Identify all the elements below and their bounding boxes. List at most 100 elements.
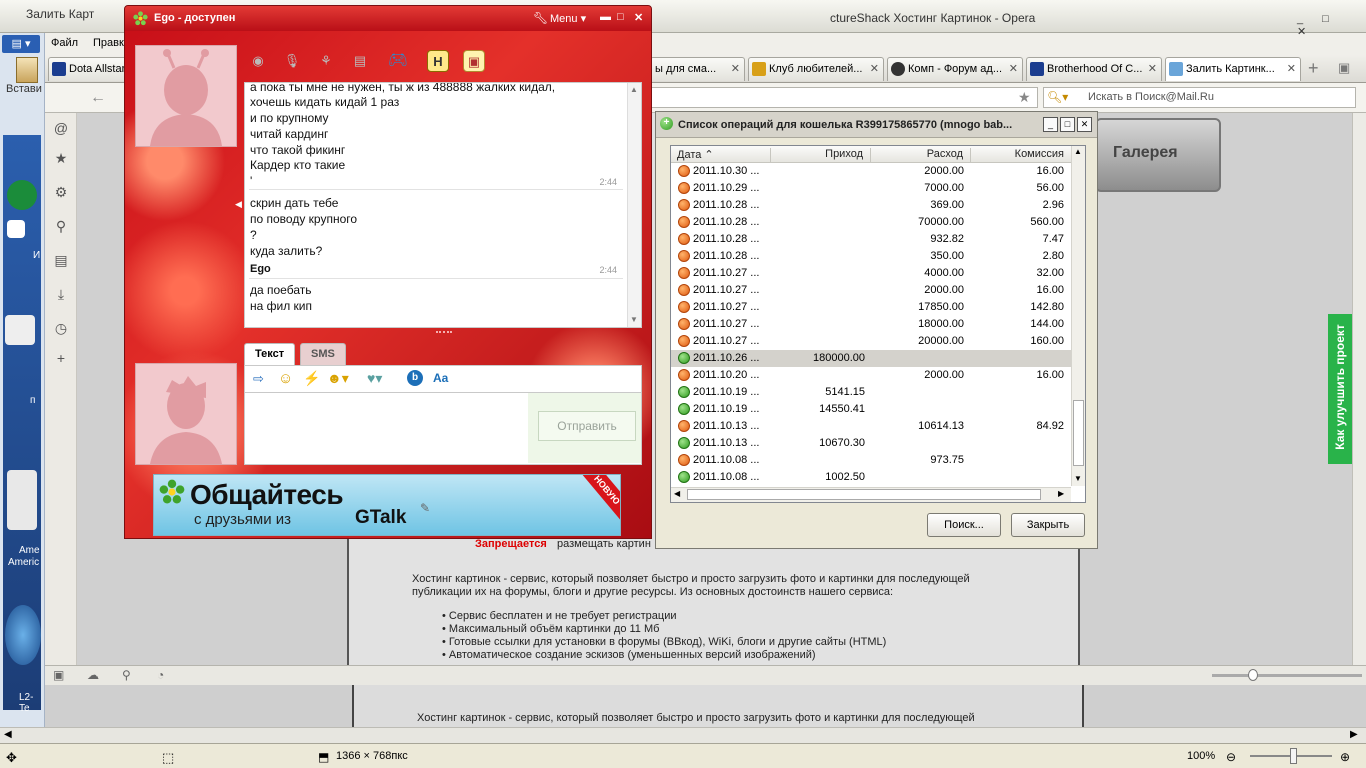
scroll-thumb[interactable]	[1073, 400, 1084, 466]
scroll-down-icon[interactable]: ▼	[630, 315, 638, 324]
translate-icon[interactable]: b	[407, 370, 423, 386]
maximize-button[interactable]: □	[617, 11, 624, 23]
search-field[interactable]: 🔍︎▾ Искать в Поиск@Mail.Ru	[1043, 87, 1356, 108]
bookmark-star-icon[interactable]: ★	[1018, 89, 1031, 106]
gallery-button[interactable]: Галерея	[1095, 118, 1221, 192]
menu-edit[interactable]: Правк	[93, 37, 124, 49]
tab-forum[interactable]: Комп - Форум ад... ✕	[887, 57, 1023, 81]
lineage-icon[interactable]	[5, 605, 41, 665]
scroll-up-icon[interactable]: ▲	[630, 85, 638, 94]
close-icon[interactable]: ✕	[731, 62, 740, 75]
mail-icon[interactable]: @	[52, 119, 70, 137]
gift-icon[interactable]: ♥▾	[367, 370, 382, 387]
cloud-icon[interactable]: ☁	[87, 668, 99, 682]
wakeup-icon[interactable]: ⚡	[303, 370, 320, 387]
speed-dial-icon[interactable]: ◔	[157, 668, 164, 682]
table-row[interactable]: 2011.10.08 ... 1002.50	[671, 469, 1071, 486]
scroll-up-icon[interactable]: ▲	[1074, 147, 1082, 156]
desktop-file-icon[interactable]	[5, 315, 35, 345]
tab-dota[interactable]: Dota Allstar	[48, 57, 128, 81]
minimize-button[interactable]: _	[1043, 117, 1058, 132]
table-row[interactable]: 2011.10.27 ... 17850.00 142.80	[671, 299, 1071, 316]
new-tab-button[interactable]: +	[1308, 58, 1319, 79]
zoom-in-icon[interactable]: ⊕	[1340, 750, 1350, 764]
close-icon[interactable]: ✕	[1009, 62, 1018, 75]
send-button[interactable]: Отправить	[538, 411, 636, 441]
minimize-button[interactable]: ▬	[600, 11, 611, 23]
back-icon[interactable]: ←	[90, 89, 106, 107]
close-button[interactable]: ✕	[634, 11, 643, 24]
notes-icon[interactable]: ▤	[52, 251, 70, 269]
close-icon[interactable]: ✕	[870, 62, 879, 75]
dialog-titlebar[interactable]: + Список операций для кошелька R39917586…	[656, 112, 1097, 138]
scroll-down-icon[interactable]: ▼	[1074, 474, 1082, 483]
operations-list[interactable]: Дата ⌃ Приход Расход Комиссия 2011.10.30…	[670, 145, 1086, 503]
paint-menu-button[interactable]: ▤ ▾	[2, 35, 40, 53]
gear-icon[interactable]: ⚙	[52, 183, 70, 201]
downloads-icon[interactable]: ⤓	[52, 285, 70, 303]
column-date[interactable]: Дата ⌃	[671, 148, 771, 163]
scroll-left-icon[interactable]: ◀	[674, 489, 680, 498]
zoom-slider-handle[interactable]	[1248, 669, 1258, 681]
table-row[interactable]: 2011.10.27 ... 2000.00 16.00	[671, 282, 1071, 299]
close-icon[interactable]: ✕	[1287, 62, 1296, 75]
history-h-icon[interactable]: H	[427, 50, 449, 72]
scroll-thumb[interactable]	[687, 489, 1041, 500]
table-row[interactable]: 2011.10.28 ... 932.82 7.47	[671, 231, 1071, 248]
bookmarks-icon[interactable]: ★	[52, 149, 70, 167]
zoom-slider[interactable]	[1212, 674, 1362, 677]
close-button[interactable]: ✕	[1077, 117, 1092, 132]
scroll-right-icon[interactable]: ▶	[1350, 729, 1358, 740]
table-row[interactable]: 2011.10.28 ... 350.00 2.80	[671, 248, 1071, 265]
table-row[interactable]: 2011.10.28 ... 70000.00 560.00	[671, 214, 1071, 231]
animation-icon[interactable]: ☻▾	[327, 370, 349, 387]
table-row[interactable]: 2011.10.29 ... 7000.00 56.00	[671, 180, 1071, 197]
table-row[interactable]: 2011.10.27 ... 18000.00 144.00	[671, 316, 1071, 333]
table-row[interactable]: 2011.10.30 ... 2000.00 16.00	[671, 163, 1071, 180]
menu-file[interactable]: Файл	[51, 37, 78, 49]
scroll-left-icon[interactable]: ◀	[4, 729, 12, 740]
close-icon[interactable]: ✕	[1148, 62, 1157, 75]
tab-text[interactable]: Текст	[244, 343, 296, 365]
table-row[interactable]: 2011.10.20 ... 2000.00 16.00	[671, 367, 1071, 384]
search-engine-icon[interactable]: 🔍︎▾	[1047, 90, 1068, 104]
history-icon[interactable]: ▤	[349, 50, 371, 72]
desktop-file-icon[interactable]	[7, 470, 37, 530]
paste-icon[interactable]	[16, 57, 38, 83]
scroll-right-icon[interactable]: ▶	[1058, 489, 1064, 498]
message-input[interactable]: Отправить	[244, 393, 642, 465]
contact-avatar[interactable]	[135, 45, 237, 147]
table-row[interactable]: 2011.10.19 ... 14550.41	[671, 401, 1071, 418]
desktop-app-icon[interactable]	[7, 180, 37, 210]
files-icon[interactable]: ⚘	[315, 50, 337, 72]
history-icon[interactable]: ◷	[52, 319, 70, 337]
table-row[interactable]: 2011.10.26 ... 180000.00	[671, 350, 1071, 367]
webcam-icon[interactable]: ◉	[247, 50, 269, 72]
tab-sms[interactable]: SMS	[300, 343, 346, 365]
search-button[interactable]: Поиск...	[927, 513, 1001, 537]
list-vertical-scrollbar[interactable]: ▲ ▼	[1071, 146, 1085, 486]
table-row[interactable]: 2011.10.13 ... 10670.30	[671, 435, 1071, 452]
improve-project-tab[interactable]: Как улучшить проект	[1328, 314, 1352, 464]
font-icon[interactable]: Aa	[433, 371, 448, 385]
chat-history[interactable]: а пока ты мне не нужен, ты ж из 488888 ж…	[244, 82, 642, 328]
column-income[interactable]: Приход	[771, 148, 871, 163]
contact-card-icon[interactable]: ▣	[463, 50, 485, 72]
paint-zoom-handle[interactable]	[1290, 748, 1297, 764]
send-file-icon[interactable]: ⇨	[253, 371, 264, 387]
table-row[interactable]: 2011.10.27 ... 20000.00 160.00	[671, 333, 1071, 350]
page-scrollbar[interactable]	[1352, 113, 1366, 665]
column-expense[interactable]: Расход	[871, 148, 971, 163]
maximize-button[interactable]: □	[1060, 117, 1075, 132]
tab-upload-image[interactable]: Залить Картинк... ✕	[1165, 57, 1301, 81]
wrench-icon[interactable]: 🔧︎	[533, 11, 548, 25]
table-row[interactable]: 2011.10.13 ... 10614.13 84.92	[671, 418, 1071, 435]
splitter-grip[interactable]	[436, 331, 452, 333]
panel-toggle-icon[interactable]: ▣	[53, 668, 64, 682]
column-fee[interactable]: Комиссия	[971, 148, 1071, 163]
table-row[interactable]: 2011.10.08 ... 973.75	[671, 452, 1071, 469]
unite-icon[interactable]: ⚲	[52, 217, 70, 235]
table-row[interactable]: 2011.10.19 ... 5141.15	[671, 384, 1071, 401]
shortcut-icon[interactable]	[7, 220, 25, 238]
icq-menu-button[interactable]: Menu ▾	[550, 12, 586, 25]
